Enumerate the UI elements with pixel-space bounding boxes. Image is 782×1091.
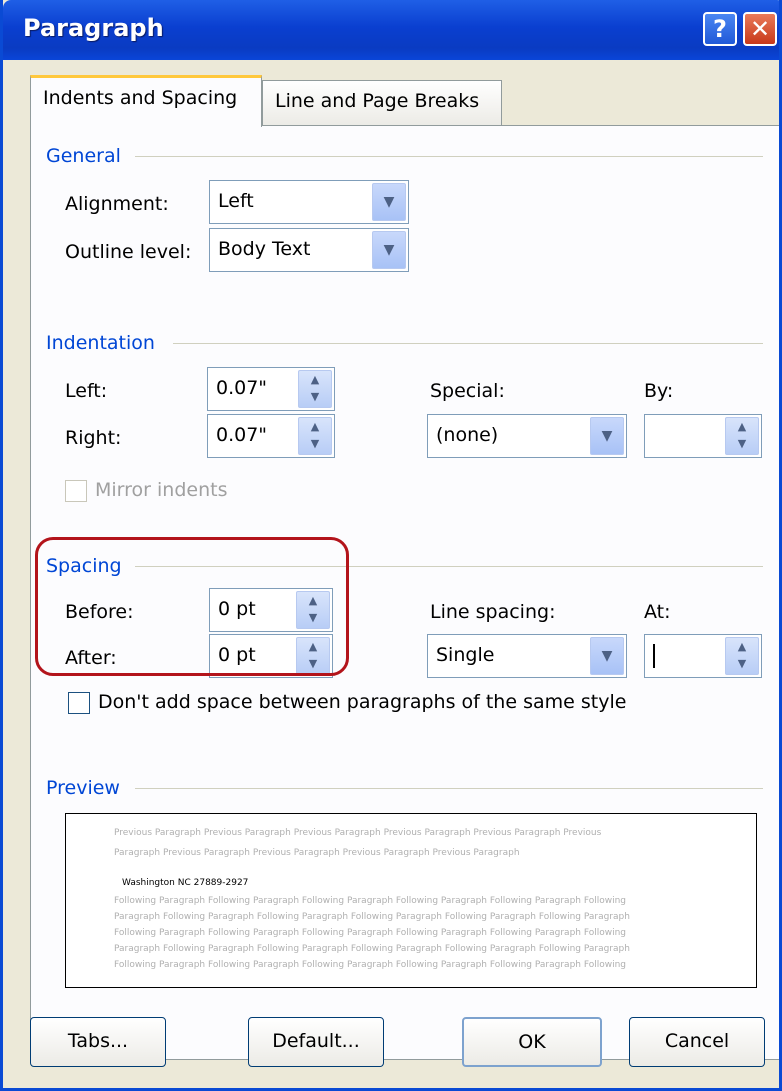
tab-label: Line and Page Breaks <box>275 90 480 112</box>
special-label: Special: <box>430 380 505 402</box>
right-indent-value: 0.07" <box>216 424 268 446</box>
alignment-value: Left <box>218 190 254 212</box>
left-indent-label: Left: <box>65 380 108 402</box>
preview-group-title: Preview <box>46 777 120 799</box>
tab-label: Indents and Spacing <box>43 87 238 109</box>
preview-divider <box>135 788 763 789</box>
tab-indents-and-spacing[interactable]: Indents and Spacing <box>30 75 262 127</box>
spin-arrows-icon[interactable]: ▲ ▼ <box>725 637 759 675</box>
preview-following-line: Following Paragraph Following Paragraph … <box>114 960 626 970</box>
dialog-title: Paragraph <box>23 14 164 42</box>
preview-previous-line: Paragraph Previous Paragraph Previous Pa… <box>114 848 520 858</box>
right-indent-label: Right: <box>65 427 122 449</box>
cancel-button[interactable]: Cancel <box>629 1017 765 1067</box>
spacing-highlight-annotation <box>35 537 349 676</box>
outline-level-dropdown[interactable]: Body Text ▼ <box>209 228 409 272</box>
outline-level-label: Outline level: <box>65 241 192 263</box>
special-dropdown[interactable]: (none) ▼ <box>427 414 627 458</box>
tab-line-and-page-breaks[interactable]: Line and Page Breaks <box>262 80 502 125</box>
chevron-down-icon[interactable]: ▼ <box>372 183 406 221</box>
by-label: By: <box>644 380 674 402</box>
right-indent-spinner[interactable]: 0.07" ▲ ▼ <box>207 414 335 458</box>
indentation-divider <box>173 343 763 344</box>
line-spacing-label: Line spacing: <box>430 601 556 623</box>
mirror-indents-checkbox[interactable] <box>65 480 87 502</box>
title-bar[interactable]: Paragraph ? ✕ <box>3 0 779 60</box>
chevron-down-icon[interactable]: ▼ <box>372 231 406 269</box>
preview-following-line: Following Paragraph Following Paragraph … <box>114 928 626 938</box>
dont-add-space-label: Don't add space between paragraphs of th… <box>98 691 627 713</box>
text-cursor <box>653 644 655 668</box>
default-button[interactable]: Default... <box>248 1017 384 1067</box>
general-group-title: General <box>46 145 121 167</box>
alignment-dropdown[interactable]: Left ▼ <box>209 180 409 224</box>
indentation-group-title: Indentation <box>46 332 155 354</box>
outline-level-value: Body Text <box>218 238 311 260</box>
preview-following-line: Paragraph Following Paragraph Following … <box>114 912 630 922</box>
left-indent-spinner[interactable]: 0.07" ▲ ▼ <box>207 367 335 411</box>
spin-arrows-icon[interactable]: ▲ ▼ <box>298 417 332 455</box>
line-spacing-dropdown[interactable]: Single ▼ <box>427 634 627 678</box>
close-button[interactable]: ✕ <box>743 12 777 46</box>
preview-previous-line: Previous Paragraph Previous Paragraph Pr… <box>114 828 602 838</box>
spin-arrows-icon[interactable]: ▲ ▼ <box>725 417 759 455</box>
preview-pane: Previous Paragraph Previous Paragraph Pr… <box>65 813 757 988</box>
chevron-down-icon[interactable]: ▼ <box>590 417 624 455</box>
help-button[interactable]: ? <box>703 12 737 46</box>
line-spacing-value: Single <box>436 644 495 666</box>
mirror-indents-label: Mirror indents <box>95 479 228 501</box>
at-label: At: <box>644 601 671 623</box>
tabs-button[interactable]: Tabs... <box>30 1017 166 1067</box>
close-icon: ✕ <box>749 15 771 43</box>
general-divider <box>135 156 763 157</box>
ok-button[interactable]: OK <box>462 1017 602 1067</box>
preview-following-line: Following Paragraph Following Paragraph … <box>114 896 626 906</box>
spin-arrows-icon[interactable]: ▲ ▼ <box>298 370 332 408</box>
preview-main-text: Washington NC 27889-2927 <box>122 878 249 888</box>
by-spinner[interactable]: ▲ ▼ <box>644 414 762 458</box>
preview-following-line: Paragraph Following Paragraph Following … <box>114 944 630 954</box>
alignment-label: Alignment: <box>65 193 169 215</box>
chevron-down-icon[interactable]: ▼ <box>590 637 624 675</box>
dont-add-space-checkbox[interactable] <box>68 692 90 714</box>
special-value: (none) <box>436 424 499 446</box>
help-icon: ? <box>713 15 727 43</box>
paragraph-dialog: Paragraph ? ✕ Indents and Spacing Line a… <box>0 0 782 1091</box>
left-indent-value: 0.07" <box>216 377 268 399</box>
at-spinner[interactable]: ▲ ▼ <box>644 634 762 678</box>
